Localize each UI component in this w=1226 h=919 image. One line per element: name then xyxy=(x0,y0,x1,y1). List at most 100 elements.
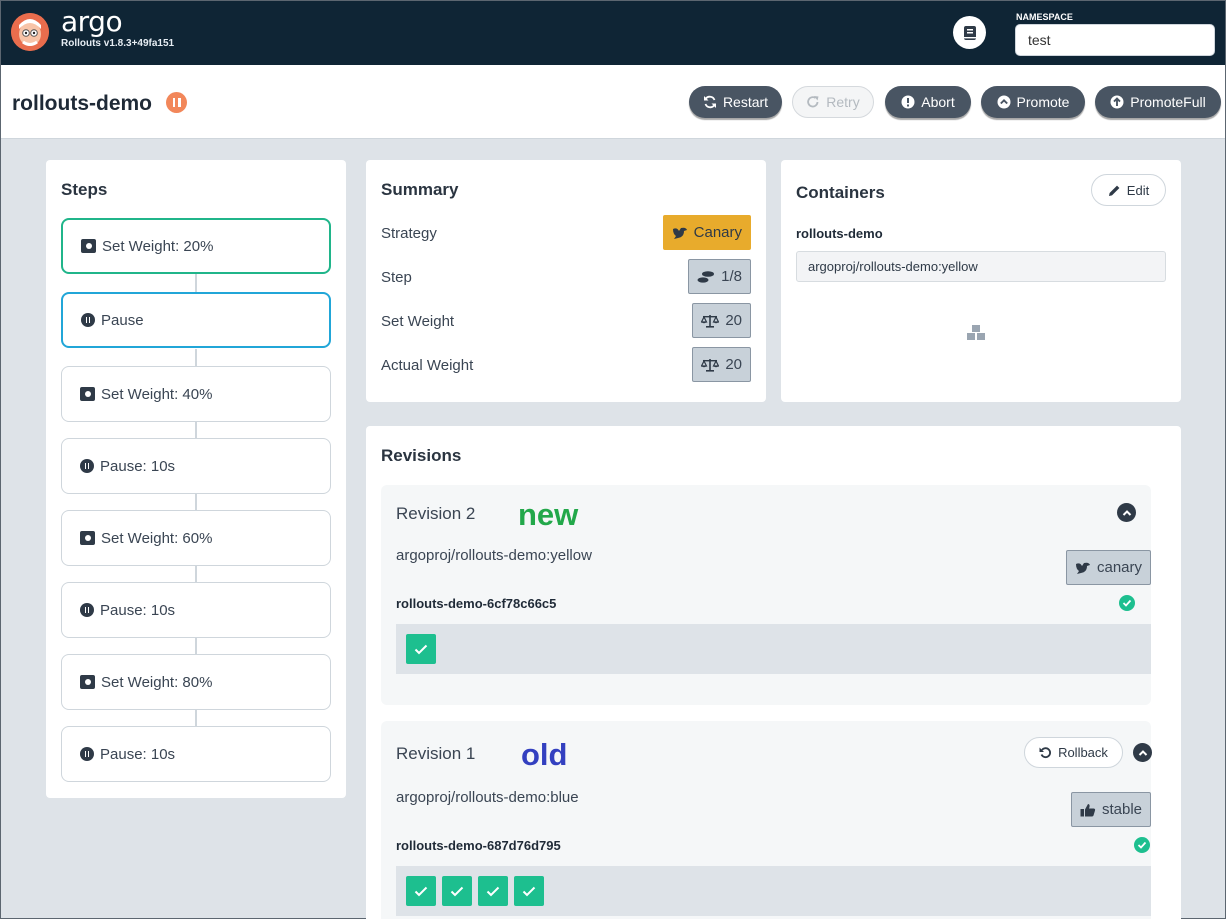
restart-button[interactable]: Restart xyxy=(689,86,782,118)
steps-title: Steps xyxy=(61,180,108,199)
step-connector xyxy=(195,637,197,654)
step-label: Pause: 10s xyxy=(100,601,176,619)
step-item[interactable]: Set Weight: 20% xyxy=(61,218,331,274)
retry-label: Retry xyxy=(826,94,860,110)
thumbs-up-icon xyxy=(1080,803,1096,816)
weight-icon xyxy=(80,531,95,545)
pod-healthy[interactable] xyxy=(406,634,436,664)
top-navbar: argo Rollouts v1.8.3+49fa151 NAMESPACE xyxy=(1,1,1225,65)
container-image-field[interactable]: argoproj/rollouts-demo:yellow xyxy=(796,251,1166,282)
actual-weight-label: Actual Weight xyxy=(381,357,474,374)
shoe-prints-icon xyxy=(697,270,715,283)
step-item[interactable]: Pause xyxy=(61,292,331,348)
promote-full-label: PromoteFull xyxy=(1130,94,1206,110)
canary-badge-label: canary xyxy=(1097,559,1143,576)
revision-card: Revision 1 old Rollback argoproj/rollout… xyxy=(381,721,1152,919)
arrow-circle-up-icon xyxy=(1110,95,1124,109)
edit-label: Edit xyxy=(1126,182,1150,198)
step-connector xyxy=(195,493,197,510)
book-icon xyxy=(963,25,976,40)
rollback-button[interactable]: Rollback xyxy=(1024,737,1123,768)
pause-circle-icon xyxy=(81,313,95,327)
edit-containers-button[interactable]: Edit xyxy=(1091,174,1166,206)
pods-row xyxy=(396,866,1151,916)
step-label: Pause: 10s xyxy=(100,745,176,763)
revision-image: argoproj/rollouts-demo:blue xyxy=(396,789,579,806)
step-value: 1/8 xyxy=(721,268,742,285)
retry-button[interactable]: Retry xyxy=(792,86,874,118)
set-weight-label: Set Weight xyxy=(381,313,455,330)
rollout-name: rollouts-demo xyxy=(12,92,152,115)
documentation-button[interactable] xyxy=(953,16,986,49)
namespace-input[interactable] xyxy=(1015,24,1215,56)
step-item[interactable]: Pause: 10s xyxy=(61,582,331,638)
pod-healthy[interactable] xyxy=(514,876,544,906)
replicaset-name: rollouts-demo-6cf78c66c5 xyxy=(396,596,557,611)
pod-healthy[interactable] xyxy=(478,876,508,906)
revisions-title: Revisions xyxy=(381,446,462,465)
step-label: Set Weight: 20% xyxy=(102,237,214,255)
pencil-icon xyxy=(1108,185,1120,196)
summary-panel: Summary Strategy Canary Step 1/8 Set Wei… xyxy=(366,160,766,402)
step-item[interactable]: Set Weight: 80% xyxy=(61,654,331,710)
dove-icon xyxy=(672,227,687,239)
chevron-up-icon xyxy=(1122,509,1131,516)
step-label: Set Weight: 60% xyxy=(101,529,213,547)
healthy-check-icon xyxy=(1119,595,1135,611)
balance-scale-icon xyxy=(701,358,720,372)
undo-icon xyxy=(1039,747,1052,759)
step-label: Pause: 10s xyxy=(100,457,176,475)
app-name: argo xyxy=(61,5,123,38)
actual-weight-value: 20 xyxy=(725,356,742,373)
redo-icon xyxy=(806,95,820,109)
step-summary-label: Step xyxy=(381,269,412,286)
pod-healthy[interactable] xyxy=(442,876,472,906)
strategy-value: Canary xyxy=(693,224,742,241)
revision-tag-old: old xyxy=(521,737,568,772)
promote-full-button[interactable]: PromoteFull xyxy=(1095,86,1221,118)
revision-card: Revision 2 new argoproj/rollouts-demo:ye… xyxy=(381,485,1152,705)
container-name: rollouts-demo xyxy=(796,226,883,241)
strategy-label: Strategy xyxy=(381,225,437,242)
step-item[interactable]: Pause: 10s xyxy=(61,726,331,782)
collapse-revision-button[interactable] xyxy=(1117,503,1136,522)
promote-button[interactable]: Promote xyxy=(981,86,1085,118)
rollout-header: rollouts-demo Restart Retry Abort Promot… xyxy=(1,65,1225,139)
canary-badge: canary xyxy=(1066,550,1152,585)
cubes-icon xyxy=(966,324,986,347)
step-label: Set Weight: 80% xyxy=(101,673,213,691)
step-label: Pause xyxy=(101,311,144,329)
stable-badge: stable xyxy=(1071,792,1152,827)
steps-panel: Steps Set Weight: 20% Pause Set Weight: … xyxy=(46,160,346,798)
containers-panel: Containers Edit rollouts-demo argoproj/r… xyxy=(781,160,1181,402)
revision-label: Revision 2 xyxy=(396,504,476,523)
dove-icon xyxy=(1076,562,1090,574)
check-icon xyxy=(450,886,464,896)
balance-scale-icon xyxy=(701,314,720,328)
chevron-up-icon xyxy=(1138,749,1147,756)
app-version: Rollouts v1.8.3+49fa151 xyxy=(61,38,175,49)
step-connector xyxy=(195,709,197,726)
revision-label: Revision 1 xyxy=(396,744,476,763)
step-connector xyxy=(195,349,197,366)
stable-badge-label: stable xyxy=(1102,801,1143,818)
pause-circle-icon xyxy=(80,603,94,617)
collapse-revision-button[interactable] xyxy=(1133,743,1152,762)
revision-image: argoproj/rollouts-demo:yellow xyxy=(396,547,592,564)
argo-logo-icon xyxy=(11,13,49,51)
step-item[interactable]: Pause: 10s xyxy=(61,438,331,494)
abort-button[interactable]: Abort xyxy=(885,86,971,118)
step-item[interactable]: Set Weight: 60% xyxy=(61,510,331,566)
step-badge: 1/8 xyxy=(688,259,751,294)
check-icon xyxy=(414,886,428,896)
summary-title: Summary xyxy=(381,180,459,199)
abort-label: Abort xyxy=(921,94,955,110)
pods-row xyxy=(396,624,1151,674)
restart-label: Restart xyxy=(722,94,769,110)
namespace-label: NAMESPACE xyxy=(1016,12,1073,22)
pod-healthy[interactable] xyxy=(406,876,436,906)
revisions-panel: Revisions Revision 2 new argoproj/rollou… xyxy=(366,426,1181,919)
set-weight-value: 20 xyxy=(725,312,742,329)
step-item[interactable]: Set Weight: 40% xyxy=(61,366,331,422)
replicaset-name: rollouts-demo-687d76d795 xyxy=(396,838,561,853)
